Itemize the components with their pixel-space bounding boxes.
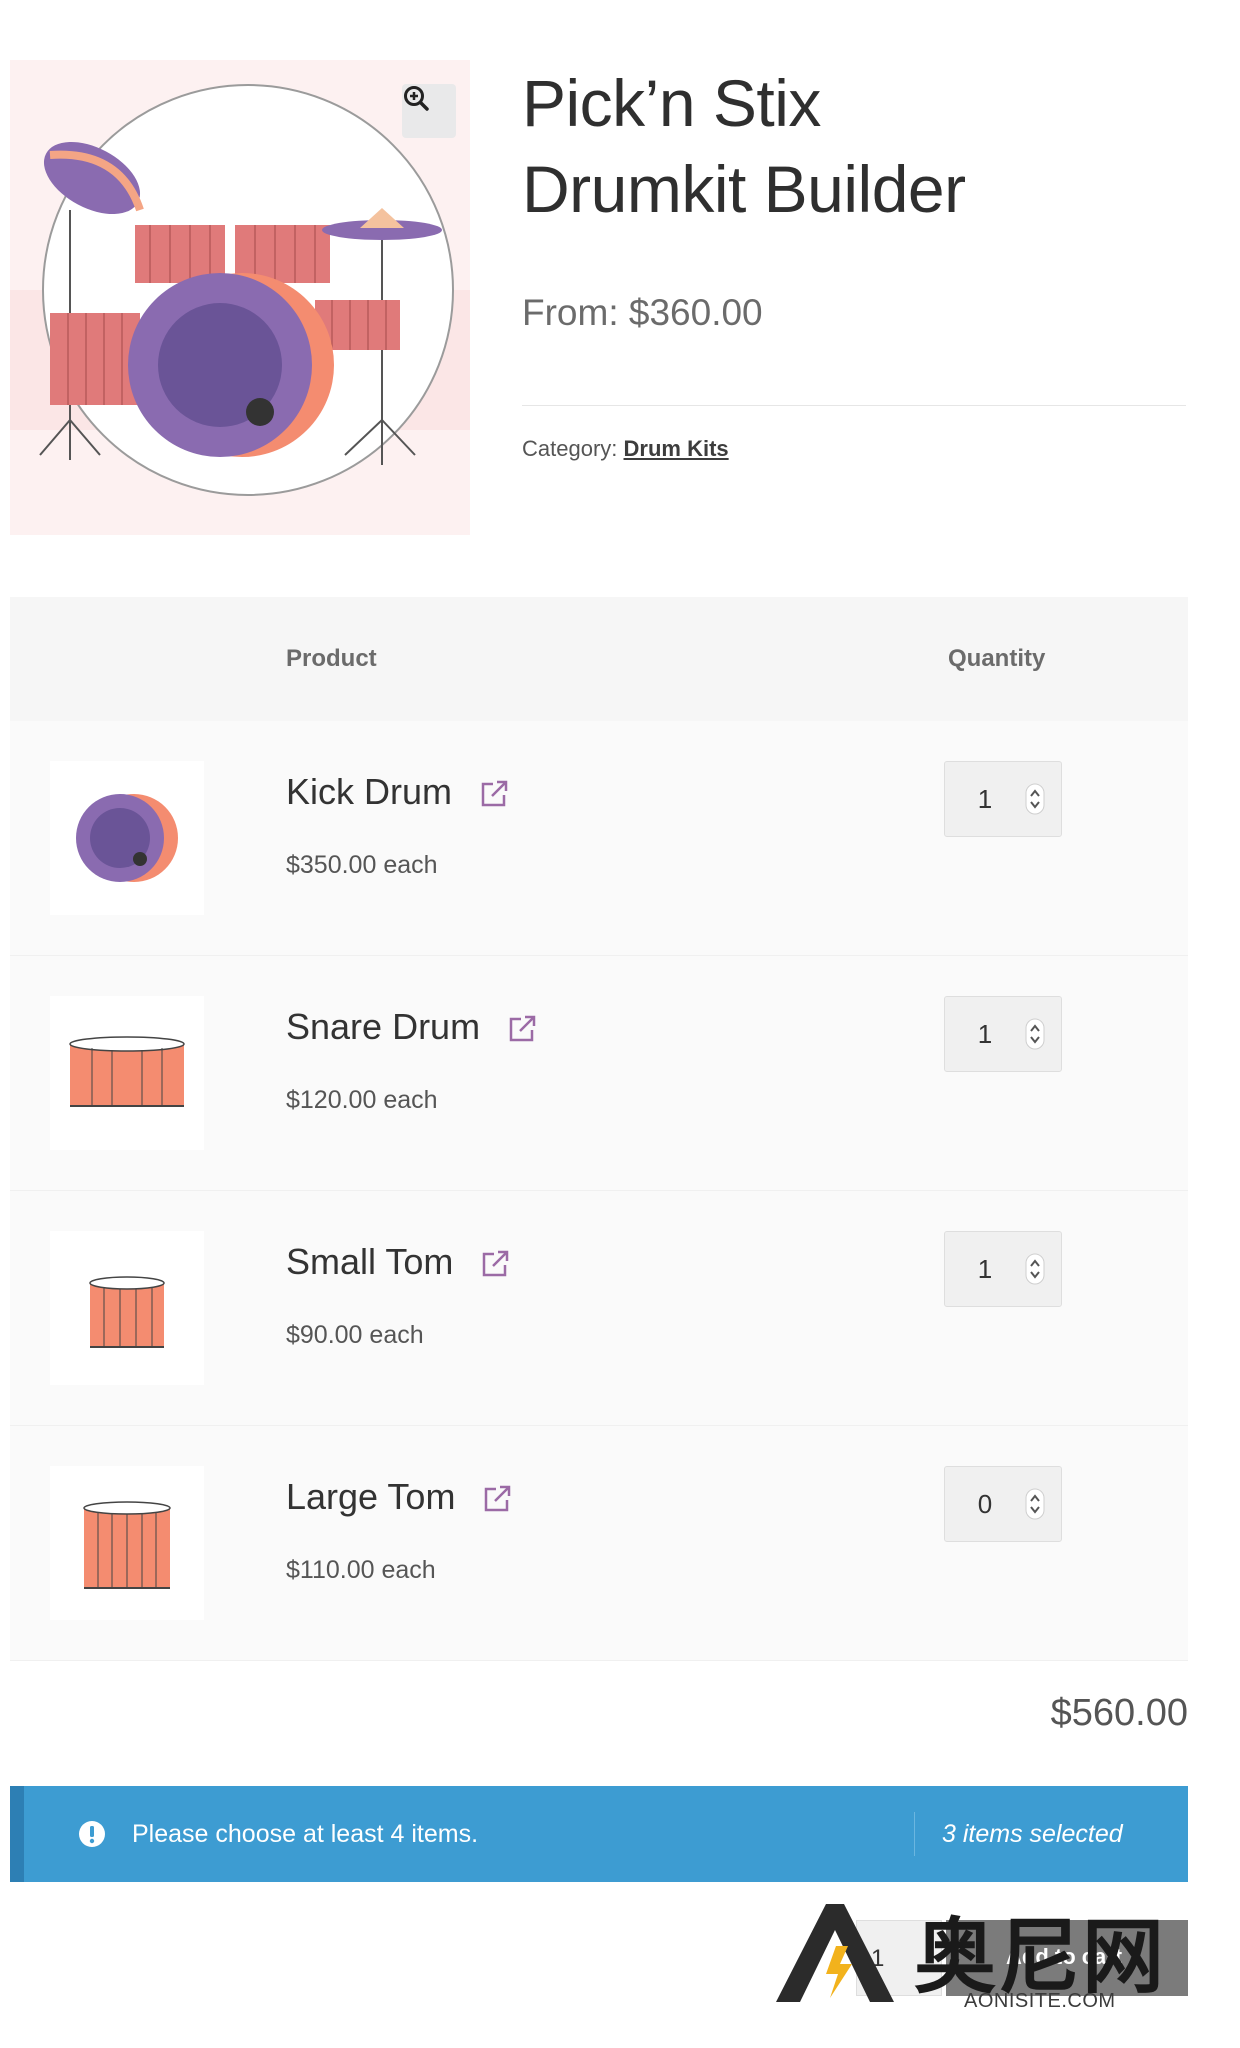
table-row: Small Tom $90.00 each 1 <box>10 1191 1188 1426</box>
quantity-stepper[interactable]: 0 <box>944 1466 1062 1542</box>
product-main-image[interactable] <box>10 60 470 535</box>
external-link-icon[interactable] <box>479 1248 511 1280</box>
product-title-line2: Drumkit Builder <box>522 152 966 226</box>
quantity-stepper[interactable]: 1 <box>944 996 1062 1072</box>
small-tom-thumbnail[interactable] <box>50 1231 204 1385</box>
watermark-a-icon <box>776 1904 894 2002</box>
item-name[interactable]: Snare Drum <box>286 1006 538 1048</box>
column-header-product: Product <box>286 645 377 672</box>
quantity-value[interactable]: 1 <box>945 1254 1025 1285</box>
quantity-value[interactable]: 1 <box>945 784 1025 815</box>
bundle-total-price: $560.00 <box>1050 1692 1188 1734</box>
item-name[interactable]: Kick Drum <box>286 771 510 813</box>
watermark-logo: 奥尼网 AONISITE.COM <box>766 1890 1206 2012</box>
item-name[interactable]: Small Tom <box>286 1241 511 1283</box>
item-name[interactable]: Large Tom <box>286 1476 513 1518</box>
notice-separator <box>914 1812 915 1856</box>
spinner-arrows-icon[interactable] <box>1025 1488 1045 1520</box>
table-row: Large Tom $110.00 each 0 <box>10 1426 1188 1661</box>
kick-drum-thumbnail[interactable] <box>50 761 204 915</box>
divider <box>522 405 1186 406</box>
zoom-in-icon <box>404 86 429 111</box>
snare-drum-thumbnail[interactable] <box>50 996 204 1150</box>
zoom-button[interactable] <box>402 84 456 138</box>
notice-message: Please choose at least 4 items. <box>132 1820 479 1848</box>
table-header: Product Quantity <box>10 597 1188 721</box>
item-name-text: Snare Drum <box>286 1006 481 1047</box>
spinner-arrows-icon[interactable] <box>1025 1018 1045 1050</box>
item-name-text: Small Tom <box>286 1241 454 1282</box>
item-price: $90.00 each <box>286 1321 424 1349</box>
selected-count: 3 items selected <box>942 1820 1123 1848</box>
spinner-arrows-icon[interactable] <box>1025 783 1045 815</box>
product-category: Category: Drum Kits <box>522 436 729 462</box>
table-row: Kick Drum $350.00 each 1 <box>10 721 1188 956</box>
quantity-stepper[interactable]: 1 <box>944 761 1062 837</box>
large-tom-image <box>83 1501 171 1589</box>
external-link-icon[interactable] <box>506 1013 538 1045</box>
small-tom-image <box>89 1276 165 1348</box>
item-price: $120.00 each <box>286 1086 438 1114</box>
quantity-stepper[interactable]: 1 <box>944 1231 1062 1307</box>
item-name-text: Kick Drum <box>286 771 453 812</box>
category-link[interactable]: Drum Kits <box>624 436 729 461</box>
column-header-quantity: Quantity <box>948 645 1046 672</box>
spinner-arrows-icon[interactable] <box>1025 1253 1045 1285</box>
product-price-from: From: $360.00 <box>522 292 763 333</box>
kick-drum-image <box>76 794 178 882</box>
snare-drum-image <box>69 1036 185 1107</box>
table-row: Snare Drum $120.00 each 1 <box>10 956 1188 1191</box>
quantity-value[interactable]: 1 <box>945 1019 1025 1050</box>
item-price: $110.00 each <box>286 1556 436 1584</box>
product-title: Pick’n Stix Drumkit Builder <box>522 60 1202 232</box>
product-title-line1: Pick’n Stix <box>522 66 821 140</box>
large-tom-thumbnail[interactable] <box>50 1466 204 1620</box>
quantity-value[interactable]: 0 <box>945 1489 1025 1520</box>
drumkit-illustration <box>10 84 470 496</box>
external-link-icon[interactable] <box>481 1483 513 1515</box>
item-price: $350.00 each <box>286 851 438 879</box>
bundle-items-table: Product Quantity Kick Drum $350.00 each … <box>10 597 1188 1661</box>
external-link-icon[interactable] <box>478 778 510 810</box>
exclamation-circle-icon <box>79 1821 105 1847</box>
item-name-text: Large Tom <box>286 1476 456 1517</box>
category-label: Category: <box>522 436 618 461</box>
validation-notice: Please choose at least 4 items. 3 items … <box>10 1786 1188 1882</box>
watermark-url: AONISITE.COM <box>964 1990 1116 2012</box>
